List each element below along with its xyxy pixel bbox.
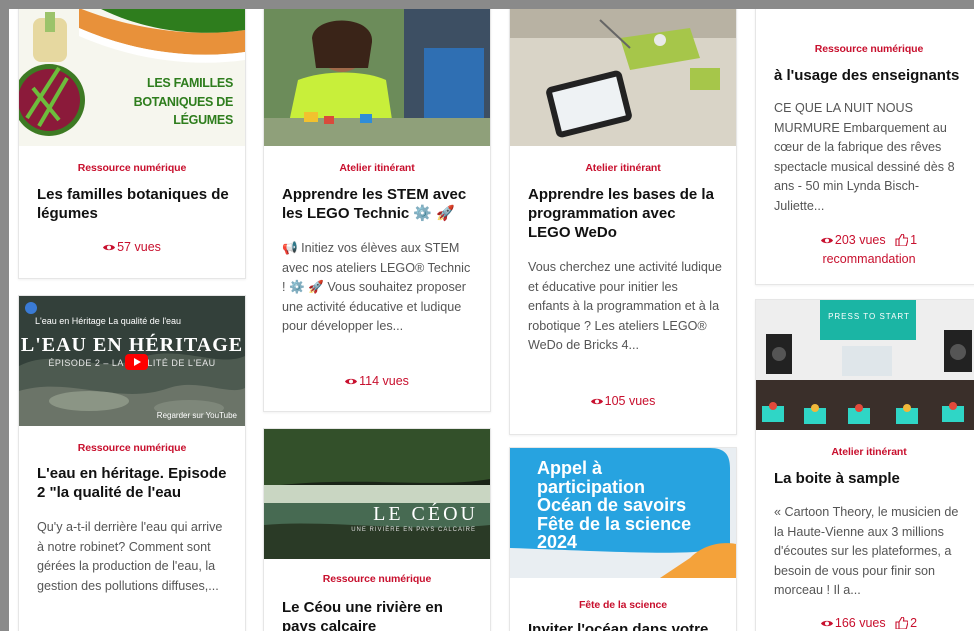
card-title[interactable]: Apprendre les bases de la programmation … — [528, 185, 722, 242]
card-thumbnail: LES FAMILLES BOTANIQUES DE LÉGUMES — [19, 9, 245, 146]
video-title: L'eau en Héritage La qualité de l'eau — [35, 316, 182, 326]
resource-card[interactable]: Atelier itinérant Apprendre les bases de… — [509, 9, 737, 435]
card-title[interactable]: La boite à sample — [774, 469, 968, 488]
card-views: 57 vues — [19, 238, 245, 257]
card-description: Vous cherchez une activité ludique et éd… — [528, 260, 722, 353]
card-category: Atelier itinérant — [831, 446, 907, 458]
recommend-count: 1 — [910, 233, 918, 247]
resource-card[interactable]: LE CÉOU UNE RIVIÈRE EN PAYS CALCAIRE Res… — [263, 428, 491, 631]
card-category: Atelier itinérant — [339, 162, 415, 174]
resource-card[interactable]: Atelier itinérant Apprendre les STEM ave… — [263, 9, 491, 412]
views-count: 105 vues — [604, 394, 656, 408]
card-views: 114 vues — [264, 372, 490, 391]
card-description: « Cartoon Theory, le musicien de la Haut… — [774, 505, 959, 598]
card-category: Ressource numérique — [814, 43, 924, 55]
thumbnail-caption: PRESS TO START — [828, 312, 910, 321]
thumbs-up-icon[interactable] — [895, 617, 909, 629]
thumbnail-caption: Appel à participation Océan de savoirs F… — [537, 458, 692, 552]
play-button[interactable] — [125, 354, 148, 370]
eye-icon — [820, 237, 833, 244]
eye-icon — [820, 620, 833, 627]
card-category: Atelier itinérant — [585, 162, 661, 174]
card-thumbnail — [510, 9, 736, 146]
views-count: 114 vues — [359, 374, 409, 388]
card-category: Fête de la science — [578, 599, 668, 611]
card-category: Ressource numérique — [77, 162, 187, 174]
card-thumbnail: Appel à participation Océan de savoirs F… — [510, 448, 736, 578]
card-thumbnail — [264, 9, 490, 146]
card-category: Ressource numérique — [77, 442, 187, 454]
card-thumbnail: PRESS TO START — [756, 300, 974, 430]
recommend-label: recommandation — [822, 252, 916, 266]
eye-icon — [103, 244, 116, 251]
youtube-link[interactable]: Regarder sur YouTube — [157, 411, 237, 420]
video-thumbnail[interactable]: L'eau en Héritage La qualité de l'eau L'… — [19, 296, 245, 426]
card-description: CE QUE LA NUIT NOUS MURMURE Embarquement… — [774, 101, 955, 213]
resource-card[interactable]: L'eau en Héritage La qualité de l'eau L'… — [18, 295, 246, 631]
views-count: 166 vues — [834, 616, 886, 630]
thumbnail-caption: LES FAMILLES BOTANIQUES DE LÉGUMES — [133, 76, 234, 127]
eye-icon — [590, 398, 603, 405]
card-title[interactable]: Apprendre les STEM avec les LEGO Technic… — [282, 185, 476, 223]
card-stats: 166 vues 2 — [756, 614, 974, 631]
eye-icon — [345, 378, 358, 385]
card-views: 105 vues — [510, 392, 736, 411]
thumbs-up-icon[interactable] — [895, 234, 909, 246]
resource-card[interactable]: PRESS TO START Atelier itinérant La boit… — [755, 299, 974, 631]
resource-card[interactable]: Ressource numérique à l'usage des enseig… — [755, 9, 974, 285]
window-frame-left — [0, 0, 9, 631]
card-title[interactable]: à l'usage des enseignants — [774, 66, 968, 85]
card-description: 📢 Initiez vos élèves aux STEM avec nos a… — [282, 241, 471, 334]
thumbnail-subtitle: UNE RIVIÈRE EN PAYS CALCAIRE — [351, 527, 476, 533]
resource-grid: LES FAMILLES BOTANIQUES DE LÉGUMES Resso… — [9, 9, 974, 631]
card-description: Qu'y a-t-il derrière l'eau qui arrive à … — [37, 520, 223, 593]
resource-card[interactable]: Appel à participation Océan de savoirs F… — [509, 447, 737, 631]
recommend-count: 2 — [910, 616, 918, 630]
window-frame-top — [0, 0, 974, 9]
resource-card[interactable]: LES FAMILLES BOTANIQUES DE LÉGUMES Resso… — [18, 9, 246, 279]
views-count: 57 vues — [117, 240, 161, 254]
card-title[interactable]: Les familles botaniques de légumes — [37, 185, 231, 223]
card-thumbnail: LE CÉOU UNE RIVIÈRE EN PAYS CALCAIRE — [264, 429, 490, 559]
card-category: Ressource numérique — [322, 573, 432, 585]
card-title[interactable]: Le Céou une rivière en pays calcaire — [282, 598, 476, 631]
card-stats: 203 vues 1 recommandation — [756, 231, 974, 269]
card-title[interactable]: L'eau en héritage. Episode 2 "la qualité… — [37, 464, 231, 502]
card-title[interactable]: Inviter l'océan dans votre — [528, 620, 722, 631]
views-count: 203 vues — [834, 233, 886, 247]
thumbnail-title: LE CÉOU — [373, 503, 478, 525]
